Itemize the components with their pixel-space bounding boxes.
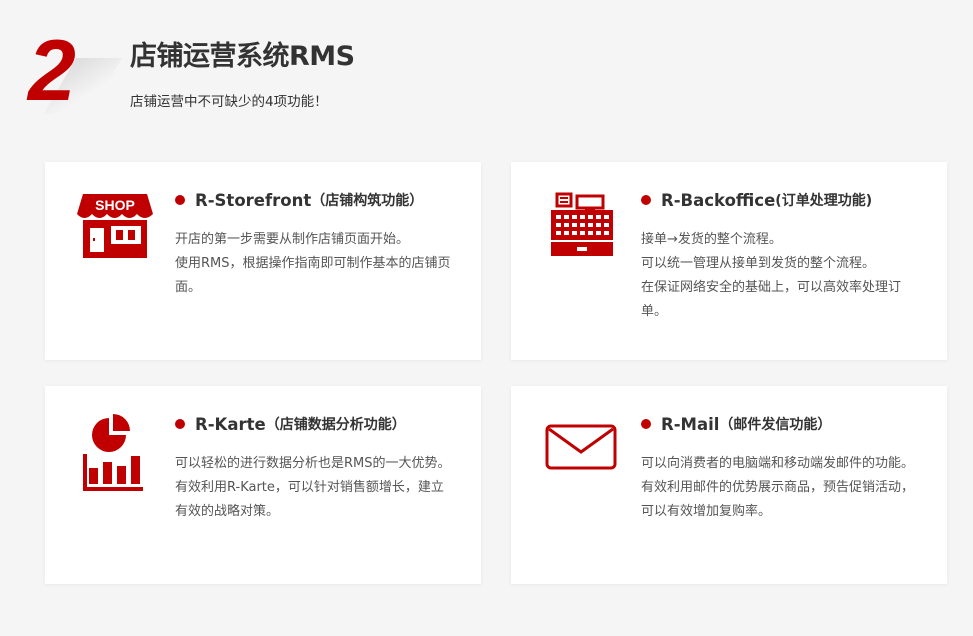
- card-desc-line: 可以统一管理从接单到发货的整个流程。: [641, 256, 876, 271]
- card-description: 接单→发货的整个流程。 可以统一管理从接单到发货的整个流程。 在保证网络安全的基…: [641, 228, 921, 324]
- card-desc-line: 使用RMS，根据操作指南即可制作基本的店铺页面。: [175, 256, 451, 295]
- card-title-row: R-Karte （店铺数据分析功能）: [175, 414, 406, 434]
- card-desc-line: 接单→发货的整个流程。: [641, 232, 782, 247]
- bullet-dot: [175, 419, 185, 429]
- feature-card-mail: R-Mail （邮件发信功能） 可以向消费者的电脑端和移动端发邮件的功能。有效利…: [511, 386, 947, 584]
- mail-envelope-icon: [545, 424, 625, 504]
- card-title: R-Backoffice: [661, 190, 776, 210]
- card-desc-line: 在保证网络安全的基础上，可以高效率处理订单。: [641, 280, 902, 319]
- card-title-sub: (订单处理功能): [775, 193, 873, 209]
- card-title-row: R-Mail （邮件发信功能）: [641, 414, 831, 434]
- card-title: R-Karte: [195, 414, 266, 434]
- card-title-row: R-Storefront （店铺构筑功能）: [175, 190, 423, 210]
- page-title: 店铺运营系统RMS: [130, 41, 355, 72]
- feature-card-storefront: SHOP R-Storefront （店铺构筑功能） 开店的第一步需要从制作店铺…: [45, 162, 481, 360]
- shop-icon-text: SHOP: [95, 197, 135, 213]
- feature-card-backoffice: R-Backoffice (订单处理功能) 接单→发货的整个流程。 可以统一管理…: [511, 162, 947, 360]
- cash-register-icon: [547, 192, 627, 272]
- bullet-dot: [641, 195, 651, 205]
- card-description: 可以向消费者的电脑端和移动端发邮件的功能。有效利用邮件的优势展示商品，预告促销活…: [641, 452, 921, 524]
- card-description: 开店的第一步需要从制作店铺页面开始。 使用RMS，根据操作指南即可制作基本的店铺…: [175, 228, 455, 300]
- bullet-dot: [175, 195, 185, 205]
- bullet-dot: [641, 419, 651, 429]
- page-subtitle: 店铺运营中不可缺少的4项功能！: [130, 94, 328, 110]
- card-desc-line: 开店的第一步需要从制作店铺页面开始。: [175, 232, 410, 247]
- card-title-sub: （店铺数据分析功能）: [265, 417, 406, 433]
- card-description: 可以轻松的进行数据分析也是RMS的一大优势。有效利用R-Karte，可以针对销售…: [175, 452, 455, 524]
- card-title-row: R-Backoffice (订单处理功能): [641, 190, 872, 210]
- section-number: 2: [28, 23, 76, 119]
- feature-card-karte: R-Karte （店铺数据分析功能） 可以轻松的进行数据分析也是RMS的一大优势…: [45, 386, 481, 584]
- card-title: R-Mail: [661, 414, 720, 434]
- card-desc-line: 可以向消费者的电脑端和移动端发邮件的功能。有效利用邮件的优势展示商品，预告促销活…: [641, 456, 915, 519]
- card-title-sub: （邮件发信功能）: [719, 417, 832, 433]
- analytics-chart-icon: [81, 412, 161, 492]
- card-title-sub: （店铺构筑功能）: [311, 193, 424, 209]
- card-title: R-Storefront: [195, 190, 312, 210]
- card-desc-line: 可以轻松的进行数据分析也是RMS的一大优势。有效利用R-Karte，可以针对销售…: [175, 456, 451, 519]
- shop-icon: SHOP: [75, 192, 155, 272]
